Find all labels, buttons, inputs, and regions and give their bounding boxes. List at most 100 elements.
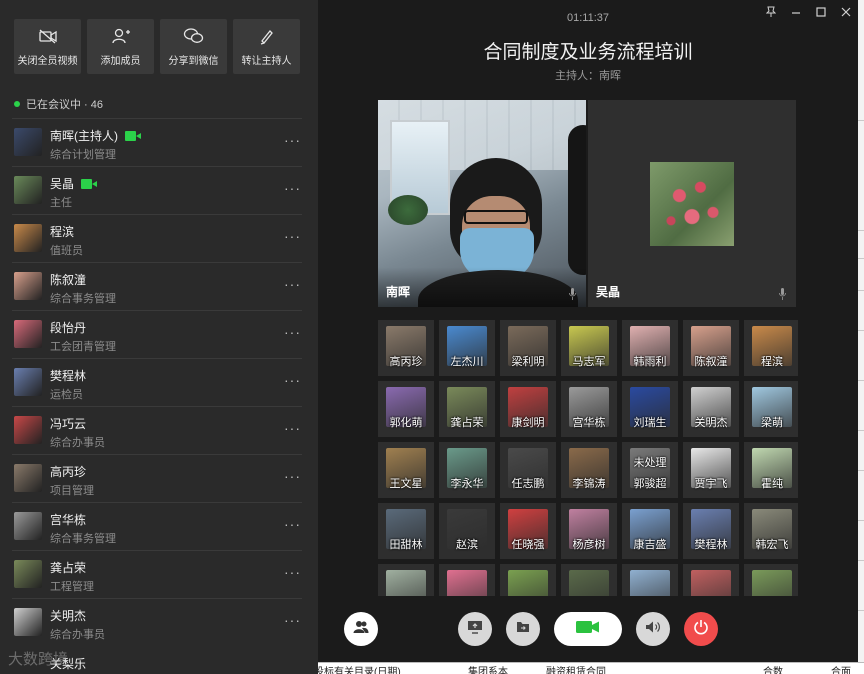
grid-participant-tile[interactable]: 未处理 郭骏超: [622, 442, 678, 498]
participant-row[interactable]: 高丙珍 项目管理 ···: [12, 454, 302, 502]
control-bar: [318, 608, 858, 648]
add-member-button[interactable]: 添加成员: [87, 19, 154, 74]
grid-participant-tile[interactable]: 霍纯: [744, 442, 798, 498]
camera-on-icon: [125, 130, 141, 141]
close-icon[interactable]: [833, 4, 858, 20]
stop-all-video-button[interactable]: 关闭全员视频: [14, 19, 81, 74]
participant-row[interactable]: 冯巧云 综合办事员 ···: [12, 406, 302, 454]
grid-participant-tile[interactable]: [683, 564, 739, 596]
share-to-wechat-button[interactable]: 分享到微信: [160, 19, 227, 74]
transfer-host-button[interactable]: 转让主持人: [233, 19, 300, 74]
grid-participant-tile[interactable]: 宫华栋: [561, 381, 617, 437]
grid-participant-tile[interactable]: 高丙珍: [378, 320, 434, 376]
avatar: [14, 224, 42, 252]
grid-participant-tile[interactable]: 樊程林: [683, 503, 739, 559]
participant-name: 高丙珍: [50, 465, 87, 479]
avatar: [569, 570, 609, 596]
more-options-icon[interactable]: ···: [284, 132, 301, 148]
grid-participant-name: 郭化萌: [389, 417, 423, 429]
grid-participant-tile[interactable]: 李永华: [439, 442, 495, 498]
speaker-button[interactable]: [636, 612, 670, 646]
avatar: [14, 176, 42, 204]
grid-participant-tile[interactable]: 康吉盛: [622, 503, 678, 559]
grid-participant-tile[interactable]: 贾宇飞: [683, 442, 739, 498]
grid-participant-name: 任晓强: [511, 539, 545, 551]
grid-participant-tile[interactable]: 赵滨: [439, 503, 495, 559]
more-options-icon[interactable]: ···: [284, 372, 301, 388]
video-tile-second[interactable]: 吴晶: [588, 100, 796, 307]
in-meeting-text: 已在会议中 · 46: [26, 99, 104, 111]
minimize-icon[interactable]: [783, 4, 808, 20]
video-tile-main[interactable]: 南晖: [378, 100, 586, 307]
grid-participant-tile[interactable]: [500, 564, 556, 596]
grid-participant-name: 韩雨利: [633, 356, 667, 368]
grid-participant-tile[interactable]: 梁利明: [500, 320, 556, 376]
more-options-icon[interactable]: ···: [284, 516, 301, 532]
grid-participant-tile[interactable]: 任志鹏: [500, 442, 556, 498]
participant-name: 冯巧云: [50, 417, 87, 431]
grid-participant-tile[interactable]: [744, 564, 798, 596]
share-file-button[interactable]: [506, 612, 540, 646]
grid-participant-tile[interactable]: 程滨: [744, 320, 798, 376]
grid-participant-tile[interactable]: 王文星: [378, 442, 434, 498]
maximize-icon[interactable]: [808, 4, 833, 20]
participant-row[interactable]: 关明杰 综合办事员 ···: [12, 598, 302, 646]
participant-row[interactable]: 程滨 值班员 ···: [12, 214, 302, 262]
participant-row[interactable]: 宫华栋 综合事务管理 ···: [12, 502, 302, 550]
grid-participant-tile[interactable]: 韩宏飞: [744, 503, 798, 559]
members-button[interactable]: [344, 612, 378, 646]
power-icon: [693, 619, 709, 640]
grid-participant-name: 霍纯: [761, 478, 783, 490]
grid-participant-tile[interactable]: 李锦涛: [561, 442, 617, 498]
more-options-icon[interactable]: ···: [284, 276, 301, 292]
participant-row[interactable]: 南晖(主持人) 综合计划管理 ···: [12, 118, 302, 166]
grid-participant-tile[interactable]: [561, 564, 617, 596]
participant-row[interactable]: 樊程林 运检员 ···: [12, 358, 302, 406]
grid-participant-tile[interactable]: 梁萌: [744, 381, 798, 437]
grid-participant-name: 任志鹏: [511, 478, 545, 490]
participant-name: 程滨: [50, 225, 75, 239]
grid-participant-tile[interactable]: 关明杰: [683, 381, 739, 437]
grid-participant-tile[interactable]: 郭化萌: [378, 381, 434, 437]
grid-participant-name: 梁利明: [511, 356, 545, 368]
grid-participant-name: 关明杰: [694, 417, 728, 429]
participant-name-line: 高丙珍: [50, 463, 86, 480]
participant-row[interactable]: 龚占荣 工程管理 ···: [12, 550, 302, 598]
grid-participant-tile[interactable]: [378, 564, 434, 596]
participant-name-line: 关明杰: [50, 607, 86, 624]
grid-participant-name: 郭骏超: [633, 478, 667, 490]
avatar: [650, 162, 734, 246]
more-options-icon[interactable]: ···: [284, 468, 301, 484]
grid-participant-tile[interactable]: [622, 564, 678, 596]
share-screen-button[interactable]: [458, 612, 492, 646]
grid-participant-tile[interactable]: 杨彦树: [561, 503, 617, 559]
grid-participant-tile[interactable]: 田甜林: [378, 503, 434, 559]
grid-participant-tile[interactable]: 龚占荣: [439, 381, 495, 437]
more-options-icon[interactable]: ···: [284, 420, 301, 436]
grid-participant-name: 宫华栋: [572, 417, 606, 429]
participant-row[interactable]: 段怡丹 工会团青管理 ···: [12, 310, 302, 358]
grid-participant-tile[interactable]: 任晓强: [500, 503, 556, 559]
more-options-icon[interactable]: ···: [284, 180, 301, 196]
video-button[interactable]: [554, 612, 622, 646]
more-options-icon[interactable]: ···: [284, 324, 301, 340]
grid-participant-tile[interactable]: 韩雨利: [622, 320, 678, 376]
more-options-icon[interactable]: ···: [284, 612, 301, 628]
pin-icon[interactable]: [758, 4, 783, 20]
meeting-title: 合同制度及业务流程培训: [483, 42, 693, 63]
grid-participant-tile[interactable]: 马志军: [561, 320, 617, 376]
watermark: 大数跨境: [8, 651, 69, 668]
grid-participant-name: 李永华: [450, 478, 484, 490]
grid-participant-tile[interactable]: 刘瑞生: [622, 381, 678, 437]
grid-participant-tile[interactable]: 左杰川: [439, 320, 495, 376]
video-tile-name: 南晖: [386, 285, 411, 299]
more-options-icon[interactable]: ···: [284, 228, 301, 244]
hangup-button[interactable]: [684, 612, 718, 646]
participant-row[interactable]: 陈叙潼 综合事务管理 ···: [12, 262, 302, 310]
participant-row[interactable]: 吴晶 主任 ···: [12, 166, 302, 214]
grid-participant-name: 龚占荣: [450, 417, 484, 429]
grid-participant-tile[interactable]: 康剑明: [500, 381, 556, 437]
grid-participant-tile[interactable]: [439, 564, 495, 596]
more-options-icon[interactable]: ···: [284, 564, 301, 580]
grid-participant-tile[interactable]: 陈叙潼: [683, 320, 739, 376]
